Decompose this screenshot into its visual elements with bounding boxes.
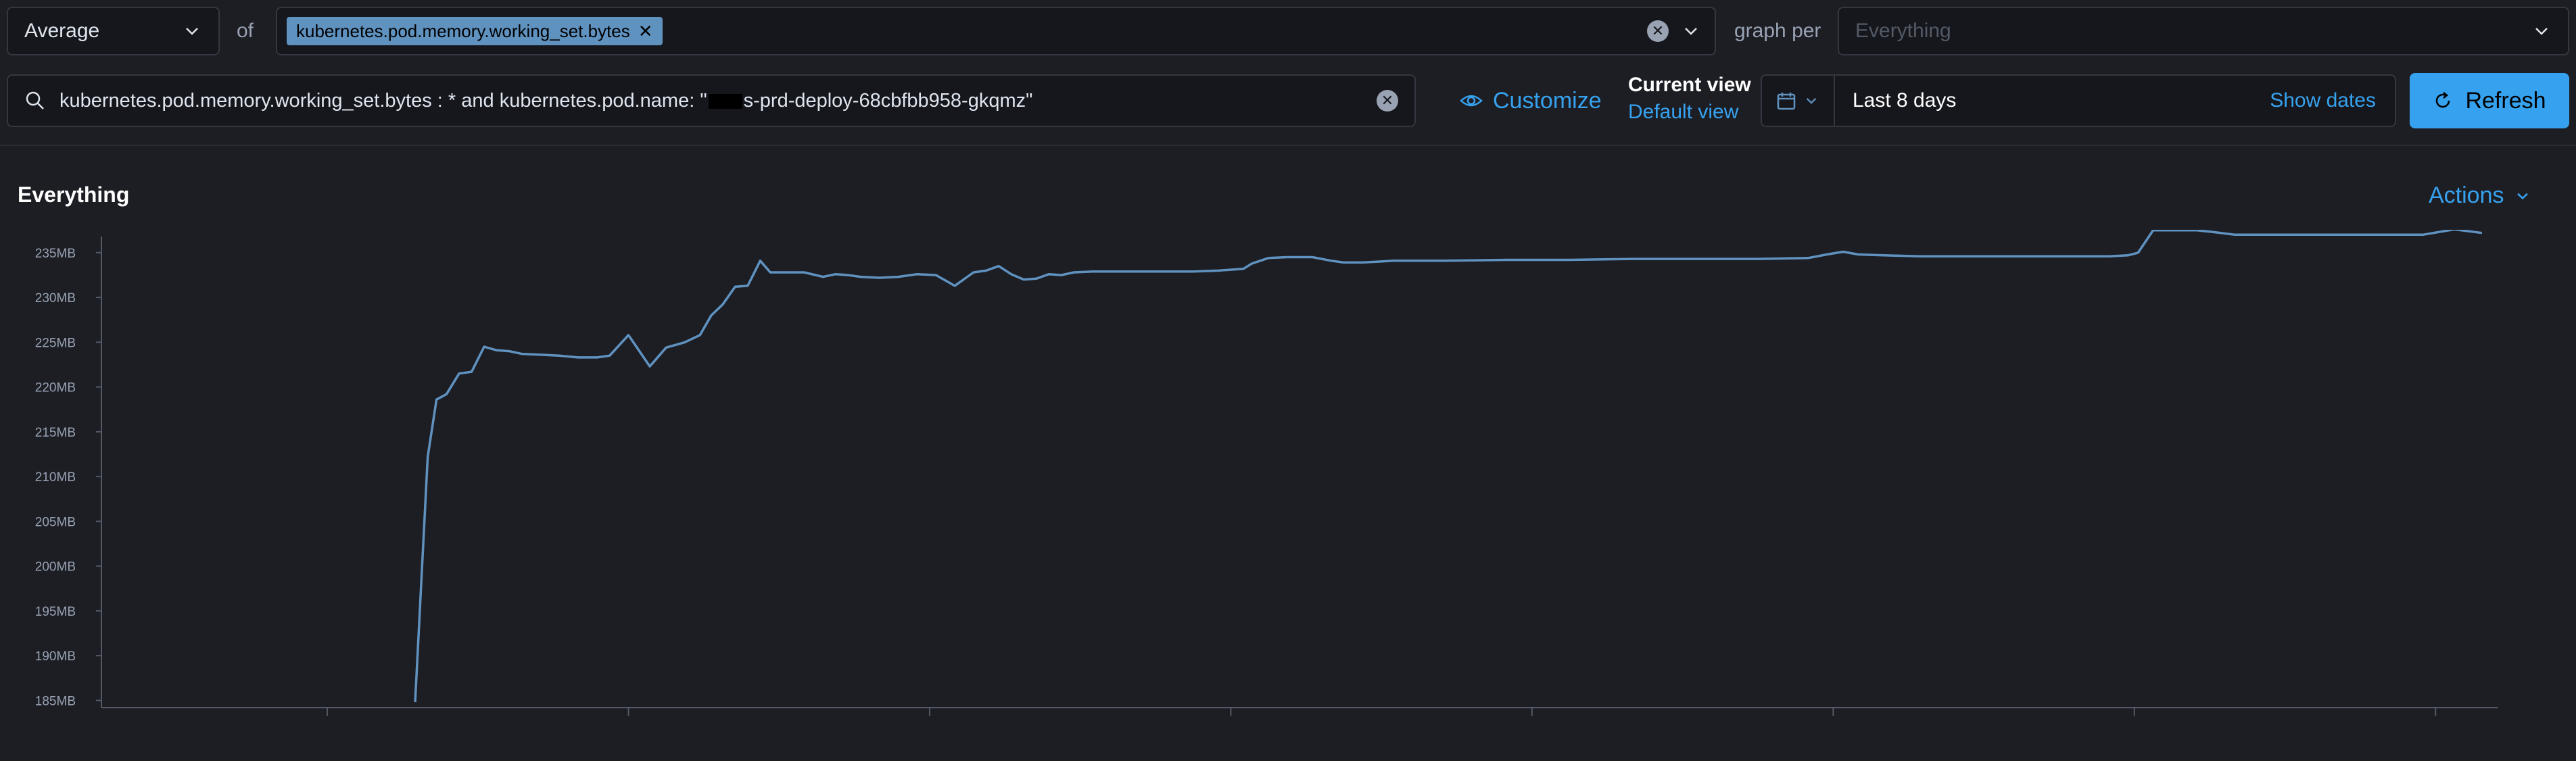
graph-per-label: graph per xyxy=(1734,20,1821,42)
current-view: Current view Default view xyxy=(1628,72,1751,126)
y-tick-label: 220MB xyxy=(35,381,76,395)
aggregation-value: Average xyxy=(24,20,100,42)
memory-line-chart: 185MB 190MB 195MB 200MB 205MB 210MB 215MB 220MB… xyxy=(35,230,2498,716)
y-tick-label: 225MB xyxy=(35,336,76,350)
series-line xyxy=(414,230,2483,703)
chevron-down-icon xyxy=(2535,28,2548,35)
y-tick-label: 215MB xyxy=(35,426,76,440)
eye-icon xyxy=(1460,95,1483,107)
divider xyxy=(0,145,2576,146)
search-bar[interactable]: kubernetes.pod.memory.working_set.bytes … xyxy=(7,74,1416,127)
refresh-label: Refresh xyxy=(2465,87,2546,114)
chevron-down-icon[interactable] xyxy=(1681,21,1701,41)
y-tick-label: 205MB xyxy=(35,515,76,529)
current-view-title: Current view xyxy=(1628,74,1751,96)
search-query-suffix: s-prd-deploy-68cbfbb958-gkqmz" xyxy=(743,89,1033,112)
date-picker[interactable]: Last 8 days Show dates xyxy=(1761,74,2396,127)
clear-search-icon[interactable]: ✕ xyxy=(1377,90,1398,112)
search-icon xyxy=(26,91,44,109)
search-query[interactable]: kubernetes.pod.memory.working_set.bytes … xyxy=(59,90,1377,112)
search-query-prefix: kubernetes.pod.memory.working_set.bytes … xyxy=(59,89,707,112)
default-view-link[interactable]: Default view xyxy=(1628,99,1751,126)
redacted-block xyxy=(708,93,742,109)
quick-select-button[interactable] xyxy=(1762,76,1835,126)
graph-per-placeholder: Everything xyxy=(1855,20,1951,42)
clear-metrics-icon[interactable]: ✕ xyxy=(1647,20,1669,42)
chevron-down-icon xyxy=(186,28,198,35)
refresh-button[interactable]: Refresh xyxy=(2410,73,2569,128)
date-range-label: Last 8 days xyxy=(1853,89,1957,112)
chevron-down-icon xyxy=(2517,193,2528,199)
metric-combobox[interactable]: kubernetes.pod.memory.working_set.bytes … xyxy=(276,7,1716,55)
customize-button[interactable]: Customize xyxy=(1459,74,1602,127)
y-tick-label: 190MB xyxy=(35,649,76,664)
y-tick-label: 195MB xyxy=(35,605,76,619)
remove-metric-icon[interactable]: ✕ xyxy=(638,22,653,40)
y-tick-label: 235MB xyxy=(35,247,76,261)
chevron-down-icon xyxy=(1806,97,1817,104)
customize-label: Customize xyxy=(1493,87,1602,114)
y-tick-label: 230MB xyxy=(35,291,76,305)
calendar-icon xyxy=(1777,93,1796,110)
y-tick-label: 185MB xyxy=(35,694,76,708)
metric-pill[interactable]: kubernetes.pod.memory.working_set.bytes … xyxy=(287,17,663,45)
graph-per-select[interactable]: Everything xyxy=(1838,7,2569,55)
of-label: of xyxy=(237,20,254,42)
y-tick-label: 210MB xyxy=(35,470,76,485)
y-tick-label: 200MB xyxy=(35,560,76,574)
aggregation-select[interactable]: Average xyxy=(7,7,220,55)
refresh-icon xyxy=(2436,92,2450,108)
actions-menu-button[interactable]: Actions xyxy=(2429,182,2531,209)
actions-label: Actions xyxy=(2429,182,2504,208)
chart-title: Everything xyxy=(18,182,130,207)
metric-pill-label: kubernetes.pod.memory.working_set.bytes xyxy=(296,20,630,41)
show-dates-link[interactable]: Show dates xyxy=(2270,89,2395,112)
